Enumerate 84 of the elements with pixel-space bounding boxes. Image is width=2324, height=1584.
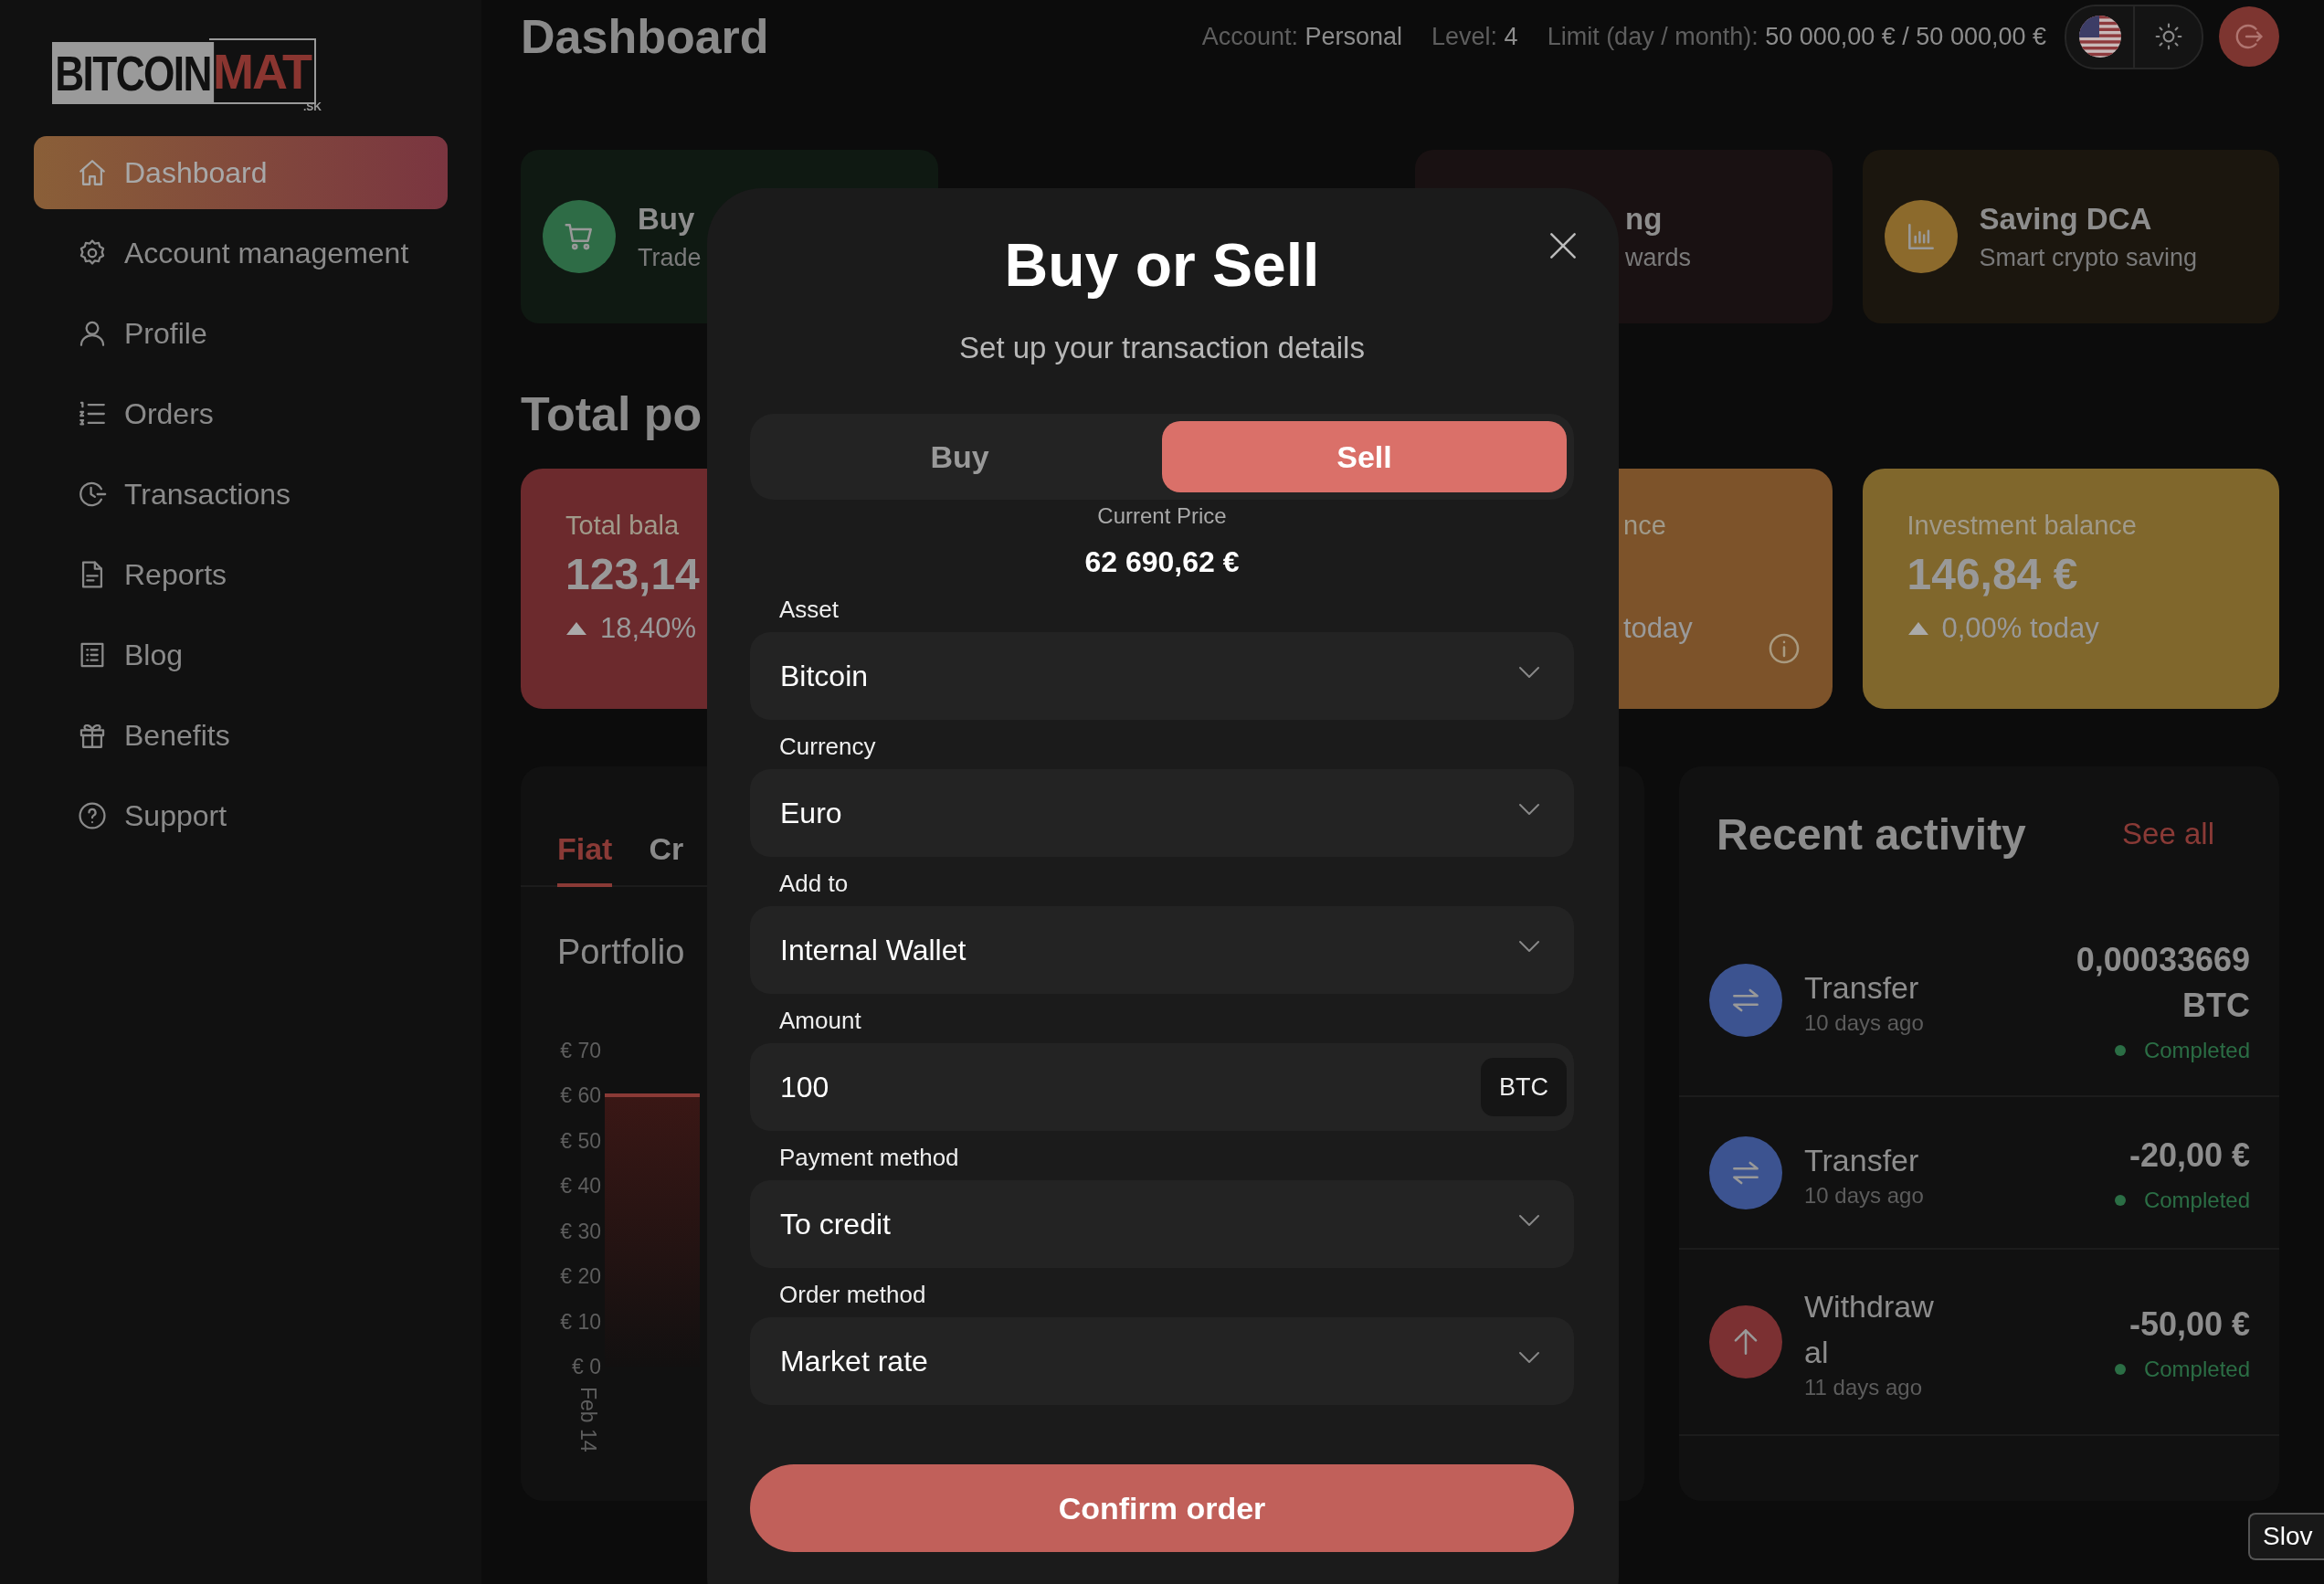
toggle-option[interactable]: Buy bbox=[757, 421, 1162, 492]
section-heading: Total po bbox=[521, 386, 703, 441]
price-label: Current Price bbox=[1096, 502, 1228, 530]
price-value: 62 690,62 € bbox=[1083, 544, 1241, 580]
axis-tick: € 50 bbox=[560, 1129, 601, 1152]
card-subtitle: Trade bbox=[638, 243, 702, 272]
page-title: Dashboard bbox=[521, 9, 770, 64]
activity-amount: 0,00033669 BTC bbox=[2075, 939, 2250, 1026]
select-field[interactable]: Market rate bbox=[750, 1317, 1574, 1405]
balance-title: Total bala bbox=[565, 511, 681, 541]
activity-title: Transfer bbox=[1804, 1141, 1920, 1179]
axis-tick: € 20 bbox=[560, 1265, 601, 1288]
nav-item[interactable]: Reports bbox=[34, 538, 448, 611]
unit-badge: BTC bbox=[1481, 1058, 1567, 1116]
activity-time: 11 days ago bbox=[1804, 1375, 1923, 1400]
select-field[interactable]: Internal Wallet bbox=[750, 906, 1574, 994]
status-dot bbox=[2114, 1044, 2126, 1056]
balance-change: 18,40% bbox=[600, 612, 697, 645]
card-title: Buy bbox=[638, 201, 696, 237]
axis-tick: € 30 bbox=[560, 1220, 601, 1242]
activity-time: 10 days ago bbox=[1804, 1009, 1925, 1036]
axis-tick: € 40 bbox=[560, 1175, 601, 1198]
balance-change: today bbox=[1623, 612, 1693, 645]
activity-time: 10 days ago bbox=[1804, 1182, 1925, 1209]
limit-info: Limit (day / month): 50 000,00 € / 50 000,00 € bbox=[1547, 22, 2046, 51]
activity-status: Completed bbox=[2143, 1037, 2250, 1063]
nav-item[interactable]: Transactions bbox=[34, 458, 448, 531]
axis-tick: € 0 bbox=[572, 1355, 601, 1378]
field-label: Add to bbox=[779, 869, 850, 898]
up-triangle-icon bbox=[565, 621, 587, 636]
nav-item[interactable]: Blog bbox=[34, 618, 448, 692]
activity-amount: -50,00 € bbox=[2129, 1304, 2250, 1345]
toggle-option[interactable]: Sell bbox=[1162, 421, 1567, 492]
nav-item[interactable]: Dashboard bbox=[34, 136, 448, 209]
card-title: Saving DCA bbox=[1979, 201, 2153, 237]
card-subtitle: wards bbox=[1625, 243, 1692, 272]
activity-status: Completed bbox=[2143, 1357, 2250, 1382]
field-label: Asset bbox=[779, 595, 840, 624]
axis-tick: € 70 bbox=[560, 1040, 601, 1061]
card-subtitle: Smart crypto saving bbox=[1979, 243, 2198, 272]
home-icon bbox=[77, 157, 108, 188]
select-field[interactable]: Bitcoin bbox=[750, 632, 1574, 720]
account-info: Account: Personal bbox=[1201, 22, 1402, 51]
up-triangle-icon bbox=[1907, 621, 1929, 636]
select-field[interactable]: To credit bbox=[750, 1180, 1574, 1268]
tooltip: Slov bbox=[2248, 1513, 2324, 1560]
field-label: Currency bbox=[779, 732, 877, 761]
action-card[interactable]: Saving DCA Smart crypto saving bbox=[1862, 150, 2279, 323]
activity-status: Completed bbox=[2143, 1187, 2250, 1213]
sun-icon bbox=[2153, 22, 2183, 51]
panel-title: Recent activity bbox=[1717, 808, 2026, 860]
status-dot bbox=[2114, 1194, 2126, 1206]
tab[interactable]: Cr bbox=[649, 831, 684, 887]
field-label: Amount bbox=[779, 1006, 862, 1035]
activity-title: Withdrawal bbox=[1804, 1288, 1935, 1371]
balance-title: Investment balance bbox=[1907, 511, 2138, 541]
balance-title: nce bbox=[1623, 511, 1667, 541]
dialog-title: Buy or Sell bbox=[1004, 230, 1320, 301]
confirm-button[interactable]: Confirm order bbox=[750, 1464, 1574, 1552]
logo-text: BITCOIN bbox=[52, 42, 215, 104]
status-dot bbox=[2114, 1364, 2126, 1375]
nav-item[interactable]: Support bbox=[34, 779, 448, 852]
amount-field[interactable]: 100 BTC bbox=[750, 1043, 1574, 1131]
field-label: Payment method bbox=[779, 1143, 960, 1172]
nav-item[interactable]: Account management bbox=[34, 216, 448, 290]
balance-value: 146,84 € bbox=[1907, 549, 2079, 600]
nav-item[interactable]: Profile bbox=[34, 297, 448, 370]
card-title: ng bbox=[1625, 201, 1664, 237]
activity-amount: -20,00 € bbox=[2129, 1135, 2250, 1176]
balance-value: 123,14 bbox=[565, 549, 701, 600]
activity-title: Transfer bbox=[1804, 968, 1920, 1007]
balance-change: 0,00% today bbox=[1941, 612, 2099, 645]
axis-label: Feb 14 bbox=[576, 1387, 600, 1452]
nav-item[interactable]: Benefits bbox=[34, 699, 448, 772]
select-field[interactable]: Euro bbox=[750, 769, 1574, 857]
axis-tick: € 60 bbox=[560, 1084, 601, 1107]
level-info: Level: 4 bbox=[1431, 22, 1518, 51]
nav-item[interactable]: Orders bbox=[34, 377, 448, 450]
field-label: Order method bbox=[779, 1280, 927, 1309]
help-icon bbox=[77, 800, 108, 831]
flag-icon bbox=[2078, 16, 2121, 58]
dialog-subtitle: Set up your transaction details bbox=[959, 330, 1365, 366]
axis-tick: € 10 bbox=[560, 1310, 601, 1333]
chart-title: Portfolio bbox=[557, 933, 685, 972]
